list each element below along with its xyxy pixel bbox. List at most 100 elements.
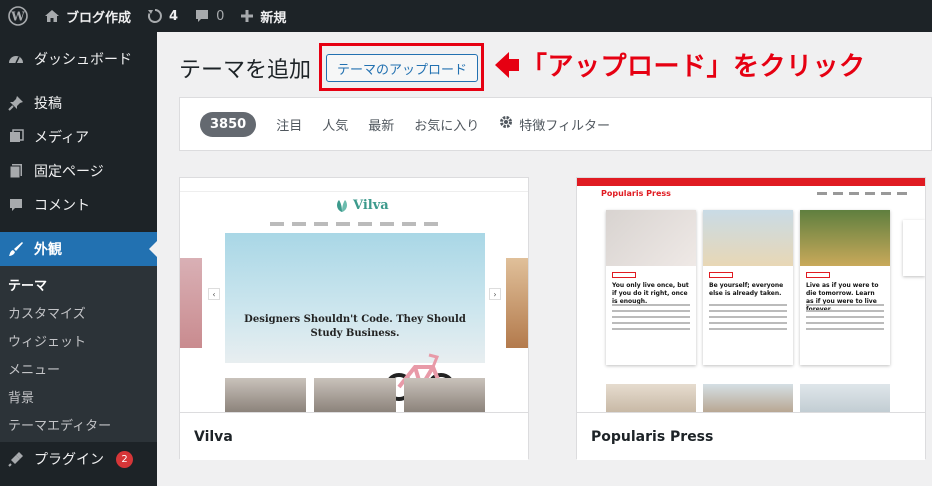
new-label: 新規 (260, 10, 287, 26)
preview-post-image (800, 210, 890, 266)
sidebar-item-label: メディア (34, 130, 90, 146)
preview-thumbnail (225, 378, 307, 412)
preview-nav (270, 222, 440, 226)
preview-post-card: Live as if you were to die tomorrow. Lea… (800, 210, 890, 365)
gear-icon (499, 115, 513, 133)
preview-post-excerpt (709, 304, 787, 332)
preview-nav (817, 192, 913, 195)
preview-side-image-left (180, 258, 202, 348)
theme-name: Popularis Press (577, 412, 925, 460)
leaf-icon (337, 199, 347, 212)
sidebar-item-comments[interactable]: コメント (0, 188, 157, 222)
admin-bar: W ブログ作成 4 0 新規 (0, 0, 932, 32)
plugin-icon (8, 451, 24, 467)
comment-bubble-icon (194, 8, 210, 24)
preview-next-arrow-icon: › (489, 288, 501, 300)
preview-logo: Vilva (335, 198, 389, 213)
page-title: テーマを追加 (179, 58, 312, 83)
filter-tab-featured[interactable]: 注目 (276, 115, 302, 134)
preview-post-image (703, 210, 793, 266)
new-content-link[interactable]: 新規 (232, 0, 294, 32)
appearance-submenu: テーマ カスタマイズ ウィジェット メニュー 背景 テーマエディター (0, 266, 157, 442)
preview-post-image (800, 384, 890, 412)
submenu-item-background[interactable]: 背景 (0, 382, 157, 410)
site-name-link[interactable]: ブログ作成 (36, 0, 139, 32)
theme-card-vilva[interactable]: Vilva Designers Shouldn't Code. They Sho… (179, 177, 529, 460)
media-icon (8, 129, 24, 145)
sidebar-item-plugins[interactable]: プラグイン 2 (0, 442, 157, 476)
preview-post-image (703, 384, 793, 412)
filter-tab-popular[interactable]: 人気 (322, 115, 348, 134)
submenu-item-widgets[interactable]: ウィジェット (0, 326, 157, 354)
submenu-item-theme-editor[interactable]: テーマエディター (0, 410, 157, 438)
preview-post-excerpt (612, 304, 690, 332)
preview-post-image (606, 384, 696, 412)
theme-filter-bar: 3850 注目 人気 最新 お気に入り 特徴フィルター (179, 97, 932, 151)
preview-post-excerpt (806, 304, 884, 332)
preview-hero-caption: Designers Shouldn't Code. They Should St… (225, 313, 485, 341)
plugins-update-badge: 2 (116, 450, 133, 468)
site-name: ブログ作成 (66, 10, 132, 26)
feature-filter-label: 特徴フィルター (519, 118, 610, 134)
brush-icon (8, 241, 24, 257)
sidebar-item-media[interactable]: メディア (0, 120, 157, 154)
preview-prev-arrow-icon: ‹ (208, 288, 220, 300)
wordpress-logo-link[interactable]: W (0, 0, 36, 32)
sidebar-item-dashboard[interactable]: ダッシュボード (0, 42, 157, 76)
admin-sidebar: ダッシュボード 投稿 メディア 固定ページ コメント 外観 テーマ カスタマイズ… (0, 32, 157, 486)
filter-tab-favorites[interactable]: お気に入り (414, 115, 479, 134)
annotation-arrow-icon (495, 52, 519, 78)
page-icon (8, 163, 24, 179)
plus-icon (240, 9, 254, 23)
preview-side-image-right (506, 258, 528, 348)
refresh-icon (147, 8, 163, 24)
preview-post-tag (612, 272, 636, 278)
preview-topbar (180, 178, 528, 192)
theme-card-popularis-press[interactable]: Popularis Press You only live once, but … (576, 177, 926, 460)
feature-filter-button[interactable]: 特徴フィルター (499, 115, 610, 134)
dashboard-icon (8, 51, 24, 67)
updates-count: 4 (169, 8, 179, 24)
submenu-item-menus[interactable]: メニュー (0, 354, 157, 382)
comments-link[interactable]: 0 (186, 0, 232, 32)
theme-name: Vilva (180, 412, 528, 460)
sidebar-item-label: コメント (34, 198, 90, 214)
submenu-item-themes[interactable]: テーマ (0, 270, 157, 298)
theme-count: 3850 (200, 111, 257, 137)
preview-post-tag (709, 272, 733, 278)
comment-icon (8, 197, 24, 213)
sidebar-item-appearance[interactable]: 外観 (0, 232, 157, 266)
preview-thumbnail (314, 378, 396, 412)
sidebar-item-label: 固定ページ (34, 164, 104, 180)
preview-hero-caption-line1: Designers Shouldn't Code. They Should (244, 314, 466, 325)
sidebar-item-posts[interactable]: 投稿 (0, 86, 157, 120)
main-content: テーマを追加 テーマのアップロード 「アップロード」をクリック 3850 注目 … (157, 32, 932, 486)
submenu-item-customize[interactable]: カスタマイズ (0, 298, 157, 326)
svg-text:W: W (10, 10, 25, 24)
theme-screenshot[interactable]: Vilva Designers Shouldn't Code. They Sho… (180, 178, 528, 412)
preview-side-widget (903, 220, 925, 276)
upload-theme-button[interactable]: テーマのアップロード (326, 54, 479, 82)
wordpress-logo-icon: W (8, 6, 28, 26)
sidebar-item-label: 投稿 (34, 96, 62, 112)
preview-post-card: You only live once, but if you do it rig… (606, 210, 696, 365)
pin-icon (8, 95, 24, 111)
theme-screenshot[interactable]: Popularis Press You only live once, but … (577, 178, 925, 412)
preview-post-image (606, 210, 696, 266)
sidebar-item-label: ダッシュボード (34, 52, 132, 68)
preview-post-title: Be yourself; everyone else is already ta… (709, 282, 784, 297)
preview-hero-caption-line2: Study Business. (310, 328, 400, 339)
filter-tab-latest[interactable]: 最新 (368, 115, 394, 134)
preview-logo-text: Vilva (353, 198, 389, 213)
preview-post-tag (806, 272, 830, 278)
sidebar-item-pages[interactable]: 固定ページ (0, 154, 157, 188)
comments-count: 0 (216, 8, 225, 24)
updates-link[interactable]: 4 (139, 0, 186, 32)
preview-logo-text: Popularis Press (601, 189, 671, 198)
sidebar-item-label: プラグイン (34, 452, 104, 468)
preview-post-title: You only live once, but if you do it rig… (612, 282, 689, 305)
preview-post-card: Be yourself; everyone else is already ta… (703, 210, 793, 365)
preview-hero: Designers Shouldn't Code. They Should St… (225, 233, 485, 401)
sidebar-item-label: 外観 (34, 242, 62, 258)
preview-topbar (577, 178, 925, 186)
